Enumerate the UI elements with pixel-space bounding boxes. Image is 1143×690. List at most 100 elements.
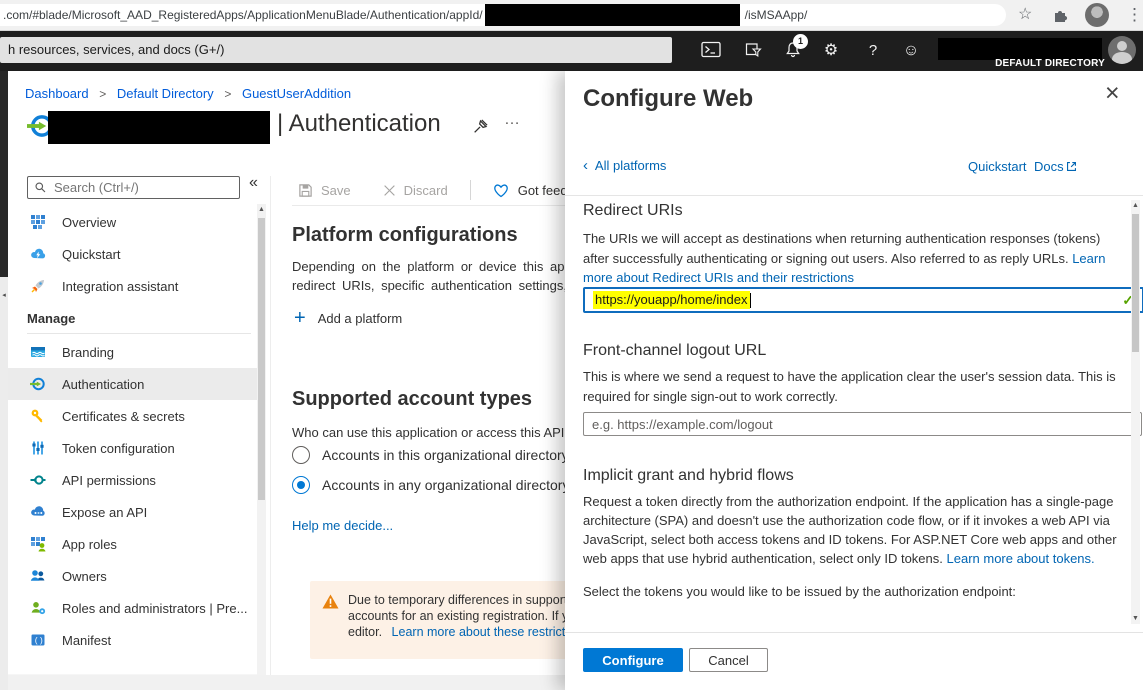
sidebar-item-certificates-secrets[interactable]: Certificates & secrets	[8, 400, 257, 432]
add-platform-button[interactable]: + Add a platform	[294, 309, 402, 327]
quickstart-link[interactable]: Quickstart	[968, 159, 1027, 174]
logout-url-input[interactable]: e.g. https://example.com/logout	[583, 412, 1142, 436]
help-me-decide-link[interactable]: Help me decide...	[292, 518, 393, 533]
sidebar-item-token-configuration[interactable]: Token configuration	[8, 432, 257, 464]
breadcrumb-default-directory[interactable]: Default Directory	[117, 86, 214, 101]
browser-profile-avatar[interactable]	[1085, 3, 1109, 27]
directory-filter-icon[interactable]	[742, 41, 764, 61]
redacted-account-name	[938, 38, 1102, 60]
breadcrumb-guestuseraddition[interactable]: GuestUserAddition	[242, 86, 351, 101]
scroll-down-icon[interactable]: ▼	[1131, 615, 1140, 622]
scrollbar-thumb[interactable]	[1132, 214, 1139, 352]
save-button[interactable]: Save	[298, 183, 351, 198]
sidebar-item-expose-an-api[interactable]: Expose an API	[8, 496, 257, 528]
radio-unselected-icon[interactable]	[292, 446, 310, 464]
branding-icon	[30, 344, 46, 360]
notification-badge: 1	[793, 34, 808, 49]
sidebar-separator	[270, 176, 271, 676]
radio-option-any-directory[interactable]: Accounts in any organizational directory…	[292, 476, 587, 494]
text-caret	[750, 293, 751, 308]
cloud-shell-icon[interactable]	[700, 41, 722, 61]
sidebar-item-label: Quickstart	[62, 247, 121, 262]
manifest-code-icon: ()	[30, 632, 46, 648]
bookmark-star-icon[interactable]: ☆	[1018, 5, 1032, 25]
sidebar-item-manifest[interactable]: () Manifest	[8, 624, 257, 656]
radio-option-this-directory[interactable]: Accounts in this organizational director…	[292, 446, 585, 464]
api-permissions-icon	[30, 472, 46, 488]
rocket-icon	[30, 278, 46, 294]
warning-text: Due to temporary differences in supporte…	[348, 592, 593, 640]
discard-button[interactable]: Discard	[383, 183, 448, 198]
radio-label: Accounts in this organizational director…	[322, 447, 585, 463]
sidebar-item-roles-and-administrators[interactable]: Roles and administrators | Pre...	[8, 592, 257, 624]
sidebar-item-authentication[interactable]: Authentication	[8, 368, 257, 400]
toolbar-separator	[470, 180, 471, 200]
global-search-input[interactable]: h resources, services, and docs (G+/)	[0, 37, 672, 63]
docs-label: Docs	[1034, 159, 1064, 174]
learn-more-tokens-link[interactable]: Learn more about tokens.	[947, 551, 1095, 566]
sidebar-item-api-permissions[interactable]: API permissions	[8, 464, 257, 496]
sidebar-item-integration-assistant[interactable]: Integration assistant	[8, 270, 257, 302]
pin-icon[interactable]	[472, 118, 489, 140]
front-channel-logout-title: Front-channel logout URL	[583, 342, 766, 360]
sidebar-item-label: Expose an API	[62, 505, 147, 520]
sidebar-item-label: Branding	[62, 345, 114, 360]
sidebar-scrollbar[interactable]: ▲ ▼	[257, 204, 266, 690]
scroll-up-icon[interactable]: ▲	[257, 206, 266, 213]
platform-desc-line1: Depending on the platform or device this…	[292, 259, 565, 274]
discard-label: Discard	[404, 183, 448, 198]
configure-web-panel: Configure Web × ‹ All platforms Quicksta…	[565, 71, 1143, 690]
sidebar-search-input[interactable]	[52, 179, 226, 196]
cancel-button[interactable]: Cancel	[689, 648, 768, 672]
platform-desc-line2: redirect URIs, specific authentication s…	[292, 278, 581, 293]
extensions-puzzle-icon[interactable]	[1052, 7, 1068, 29]
plus-icon: +	[294, 309, 306, 327]
save-label: Save	[321, 183, 351, 198]
sidebar-item-quickstart[interactable]: Quickstart	[8, 238, 257, 270]
sidebar-collapse-icon[interactable]: «	[249, 174, 258, 192]
sidebar-item-owners[interactable]: Owners	[8, 560, 257, 592]
panel-scrollbar[interactable]: ▲ ▼	[1131, 200, 1140, 624]
feedback-smiley-icon[interactable]: ☺	[900, 41, 922, 61]
account-avatar[interactable]	[1108, 36, 1136, 64]
url-prefix: .com/#blade/Microsoft_AAD_RegisteredApps…	[0, 8, 483, 22]
sidebar-search[interactable]	[27, 176, 240, 199]
directory-label: DEFAULT DIRECTORY	[960, 58, 1105, 69]
sidebar-menu: Overview Quickstart Integration assistan…	[8, 206, 257, 656]
all-platforms-back-link[interactable]: ‹ All platforms	[583, 157, 666, 174]
settings-gear-icon[interactable]: ⚙	[820, 41, 842, 61]
warning-line2: accounts for an existing registration. I…	[348, 608, 593, 624]
sidebar-item-app-roles[interactable]: App roles	[8, 528, 257, 560]
sidebar-item-label: App roles	[62, 537, 117, 552]
sidebar-item-label: Certificates & secrets	[62, 409, 185, 424]
browser-menu-dots-icon[interactable]: ⋮	[1126, 5, 1143, 25]
scrollbar-thumb[interactable]	[258, 218, 265, 500]
panel-footer-divider	[565, 632, 1143, 633]
address-bar[interactable]: .com/#blade/Microsoft_AAD_RegisteredApps…	[0, 4, 1006, 26]
close-icon[interactable]: ×	[1105, 79, 1120, 108]
sidebar-item-branding[interactable]: Branding	[8, 336, 257, 368]
help-icon[interactable]: ?	[862, 41, 884, 61]
restrictions-link[interactable]: Learn more about these restrictions.	[392, 625, 592, 639]
redirect-uri-input[interactable]: https://youapp/home/index ✓	[583, 287, 1143, 313]
expose-api-cloud-icon	[30, 504, 46, 520]
sidebar-item-overview[interactable]: Overview	[8, 206, 257, 238]
radio-selected-icon[interactable]	[292, 476, 310, 494]
scroll-up-icon[interactable]: ▲	[1131, 202, 1140, 209]
redirect-uris-title: Redirect URIs	[583, 202, 683, 220]
sidebar-item-label: Integration assistant	[62, 279, 178, 294]
redacted-app-name	[48, 111, 270, 144]
svg-text:(): ()	[34, 637, 44, 646]
sidebar-manage-header: Manage	[8, 302, 257, 330]
warning-line1: Due to temporary differences in supporte…	[348, 592, 593, 608]
save-disk-icon	[298, 183, 313, 198]
breadcrumb: Dashboard > Default Directory > GuestUse…	[25, 86, 351, 101]
docs-link[interactable]: Docs	[1034, 159, 1077, 174]
sidebar-item-label: Overview	[62, 215, 116, 230]
breadcrumb-dashboard[interactable]: Dashboard	[25, 86, 89, 101]
configure-button[interactable]: Configure	[583, 648, 683, 672]
url-suffix: /isMSAApp/	[742, 8, 808, 22]
strip-arrow-icon: ◂	[0, 291, 8, 299]
title-more-icon[interactable]: …	[504, 111, 522, 129]
strip-dark-segment	[0, 71, 8, 277]
